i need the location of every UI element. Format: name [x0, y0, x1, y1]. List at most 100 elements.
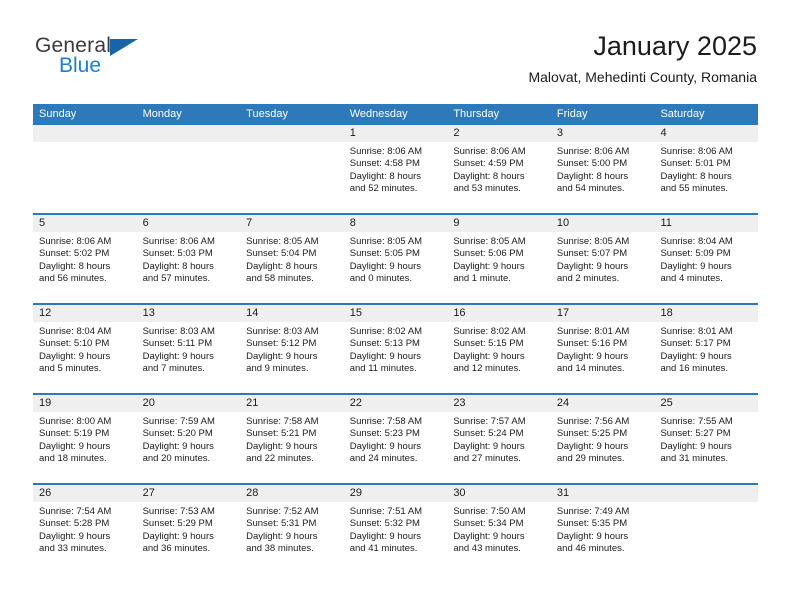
day-info: Sunrise: 8:06 AM Sunset: 4:58 PM Daylight:…: [344, 142, 448, 196]
day-info: Sunrise: 7:59 AM Sunset: 5:20 PM Daylight:…: [137, 412, 241, 466]
calendar-day-cell-empty: [136, 125, 241, 213]
daylight-text-line1: Daylight: 8 hours: [453, 170, 525, 182]
sunrise-text: Sunrise: 8:05 AM: [556, 236, 630, 247]
sunset-text: Sunset: 5:35 PM: [556, 518, 628, 530]
calendar-day-cell[interactable]: 11 Sunrise: 8:04 AM Sunset: 5:09 PM Dayligh…: [654, 215, 759, 303]
day-number: 30: [453, 487, 466, 499]
calendar-day-cell[interactable]: 8 Sunrise: 8:05 AM Sunset: 5:05 PM Daylight…: [343, 215, 448, 303]
calendar-week-row: 5 Sunrise: 8:06 AM Sunset: 5:02 PM Daylight…: [33, 215, 759, 305]
day-info: Sunrise: 8:05 AM Sunset: 5:05 PM Daylight:…: [344, 232, 448, 286]
daylight-text-line2: and 20 minutes.: [142, 453, 211, 465]
calendar-day-cell[interactable]: 27 Sunrise: 7:53 AM Sunset: 5:29 PM Dayligh…: [136, 485, 241, 575]
day-number: 5: [39, 217, 46, 229]
calendar-day-cell[interactable]: 22 Sunrise: 7:58 AM Sunset: 5:23 PM Dayligh…: [343, 395, 448, 483]
day-number-band: 6: [136, 215, 241, 232]
calendar-day-cell[interactable]: 21 Sunrise: 7:58 AM Sunset: 5:21 PM Dayligh…: [240, 395, 344, 483]
day-info: Sunrise: 7:58 AM Sunset: 5:21 PM Daylight:…: [240, 412, 344, 466]
general-blue-logo[interactable]: General Blue: [35, 34, 245, 92]
calendar-day-cell[interactable]: 30 Sunrise: 7:50 AM Sunset: 5:34 PM Dayligh…: [447, 485, 551, 575]
calendar-day-cell[interactable]: 17 Sunrise: 8:01 AM Sunset: 5:16 PM Dayligh…: [550, 305, 655, 393]
daylight-text-line1: Daylight: 9 hours: [453, 530, 525, 542]
daylight-text-line2: and 14 minutes.: [556, 363, 625, 375]
day-info: Sunrise: 7:51 AM Sunset: 5:32 PM Daylight:…: [344, 502, 448, 556]
sunrise-text: Sunrise: 8:01 AM: [556, 326, 630, 337]
calendar-day-cell[interactable]: 16 Sunrise: 8:02 AM Sunset: 5:15 PM Dayligh…: [447, 305, 551, 393]
calendar-page: General Blue January 2025 Malovat, Mehed…: [0, 0, 792, 612]
sunset-text: Sunset: 5:12 PM: [246, 338, 317, 350]
sunrise-text: Sunrise: 8:05 AM: [453, 236, 526, 247]
day-number: 17: [556, 307, 570, 319]
calendar-day-cell[interactable]: 10 Sunrise: 8:05 AM Sunset: 5:07 PM Dayligh…: [550, 215, 655, 303]
daylight-text-line2: and 57 minutes.: [142, 273, 211, 285]
day-number: 1: [349, 127, 356, 139]
calendar-day-cell[interactable]: 26 Sunrise: 7:54 AM Sunset: 5:28 PM Dayligh…: [33, 485, 137, 575]
day-number-band: 30: [447, 485, 551, 502]
calendar-day-cell[interactable]: 20 Sunrise: 7:59 AM Sunset: 5:20 PM Dayligh…: [136, 395, 241, 483]
day-info: Sunrise: 8:04 AM Sunset: 5:09 PM Daylight:…: [654, 232, 758, 286]
calendar-day-cell[interactable]: 7 Sunrise: 8:05 AM Sunset: 5:04 PM Daylight…: [240, 215, 344, 303]
calendar-day-cell[interactable]: 13 Sunrise: 8:03 AM Sunset: 5:11 PM Dayligh…: [136, 305, 241, 393]
calendar-day-cell[interactable]: 23 Sunrise: 7:57 AM Sunset: 5:24 PM Dayligh…: [447, 395, 551, 483]
calendar-day-cell[interactable]: 31 Sunrise: 7:49 AM Sunset: 5:35 PM Dayligh…: [550, 485, 655, 575]
calendar-day-cell[interactable]: 9 Sunrise: 8:05 AM Sunset: 5:06 PM Daylight…: [447, 215, 551, 303]
day-number-band: 11: [654, 215, 759, 232]
calendar-week-row: 1 Sunrise: 8:06 AM Sunset: 4:58 PM Daylight…: [33, 125, 759, 215]
daylight-text-line1: Daylight: 9 hours: [246, 350, 318, 362]
daylight-text-line1: Daylight: 9 hours: [246, 440, 318, 452]
calendar-day-cell[interactable]: 25 Sunrise: 7:55 AM Sunset: 5:27 PM Dayligh…: [654, 395, 759, 483]
sunrise-text: Sunrise: 8:06 AM: [453, 146, 526, 157]
daylight-text-line2: and 41 minutes.: [349, 543, 418, 555]
sunset-text: Sunset: 5:34 PM: [453, 518, 524, 530]
daylight-text-line2: and 16 minutes.: [660, 363, 729, 375]
calendar-day-cell[interactable]: 6 Sunrise: 8:06 AM Sunset: 5:03 PM Daylight…: [136, 215, 241, 303]
daylight-text-line1: Daylight: 9 hours: [453, 260, 525, 272]
day-number: 6: [142, 217, 149, 229]
calendar-day-cell[interactable]: 19 Sunrise: 8:00 AM Sunset: 5:19 PM Dayligh…: [33, 395, 137, 483]
calendar-day-cell[interactable]: 5 Sunrise: 8:06 AM Sunset: 5:02 PM Daylight…: [33, 215, 137, 303]
day-number: 14: [246, 307, 259, 319]
day-number: 28: [246, 487, 259, 499]
day-info: Sunrise: 7:52 AM Sunset: 5:31 PM Daylight:…: [240, 502, 344, 556]
calendar-week-row: 19 Sunrise: 8:00 AM Sunset: 5:19 PM Dayligh…: [33, 395, 759, 485]
day-number-band: 23: [447, 395, 551, 412]
calendar-day-cell[interactable]: 12 Sunrise: 8:04 AM Sunset: 5:10 PM Dayligh…: [33, 305, 137, 393]
daylight-text-line2: and 29 minutes.: [556, 453, 625, 465]
logo-triangle-icon: [110, 39, 138, 56]
day-number-band: 10: [550, 215, 655, 232]
calendar-day-cell[interactable]: 24 Sunrise: 7:56 AM Sunset: 5:25 PM Dayligh…: [550, 395, 655, 483]
calendar-day-cell[interactable]: 3 Sunrise: 8:06 AM Sunset: 5:00 PM Daylight…: [550, 125, 655, 213]
day-number-band: 3: [550, 125, 655, 142]
day-info: Sunrise: 8:06 AM Sunset: 5:03 PM Daylight:…: [137, 232, 241, 286]
daylight-text-line1: Daylight: 9 hours: [39, 530, 111, 542]
day-number-band: [654, 485, 759, 502]
daylight-text-line2: and 18 minutes.: [39, 453, 107, 465]
sunrise-text: Sunrise: 7:50 AM: [453, 506, 526, 517]
sunrise-text: Sunrise: 7:52 AM: [246, 506, 319, 517]
calendar-day-cell[interactable]: 28 Sunrise: 7:52 AM Sunset: 5:31 PM Dayligh…: [240, 485, 344, 575]
calendar-week-row: 26 Sunrise: 7:54 AM Sunset: 5:28 PM Dayligh…: [33, 485, 759, 575]
sunset-text: Sunset: 5:00 PM: [556, 158, 628, 170]
day-number-band: 7: [240, 215, 344, 232]
daylight-text-line2: and 9 minutes.: [246, 363, 309, 375]
calendar-day-cell[interactable]: 18 Sunrise: 8:01 AM Sunset: 5:17 PM Dayligh…: [654, 305, 759, 393]
day-number: 19: [39, 397, 52, 409]
sunrise-text: Sunrise: 8:06 AM: [142, 236, 215, 247]
calendar-day-cell[interactable]: 4 Sunrise: 8:06 AM Sunset: 5:01 PM Daylight…: [654, 125, 759, 213]
calendar-week-row: 12 Sunrise: 8:04 AM Sunset: 5:10 PM Dayligh…: [33, 305, 759, 395]
day-number-band: 24: [550, 395, 655, 412]
weekday-header-saturday: Saturday: [660, 108, 705, 120]
sunset-text: Sunset: 5:13 PM: [349, 338, 420, 350]
daylight-text-line2: and 33 minutes.: [39, 543, 107, 555]
calendar-day-cell[interactable]: 2 Sunrise: 8:06 AM Sunset: 4:59 PM Daylight…: [447, 125, 551, 213]
calendar-day-cell[interactable]: 29 Sunrise: 7:51 AM Sunset: 5:32 PM Dayligh…: [343, 485, 448, 575]
calendar-day-cell[interactable]: 1 Sunrise: 8:06 AM Sunset: 4:58 PM Daylight…: [343, 125, 448, 213]
day-number-band: 22: [343, 395, 448, 412]
day-number-band: 12: [33, 305, 137, 322]
calendar-day-cell[interactable]: 15 Sunrise: 8:02 AM Sunset: 5:13 PM Dayligh…: [343, 305, 448, 393]
sunset-text: Sunset: 5:04 PM: [246, 248, 317, 260]
calendar-day-cell[interactable]: 14 Sunrise: 8:03 AM Sunset: 5:12 PM Dayligh…: [240, 305, 344, 393]
day-number: 29: [349, 487, 362, 499]
daylight-text-line2: and 24 minutes.: [349, 453, 418, 465]
day-info: Sunrise: 8:02 AM Sunset: 5:15 PM Daylight:…: [447, 322, 551, 376]
day-info: Sunrise: 7:56 AM Sunset: 5:25 PM Daylight:…: [551, 412, 655, 466]
